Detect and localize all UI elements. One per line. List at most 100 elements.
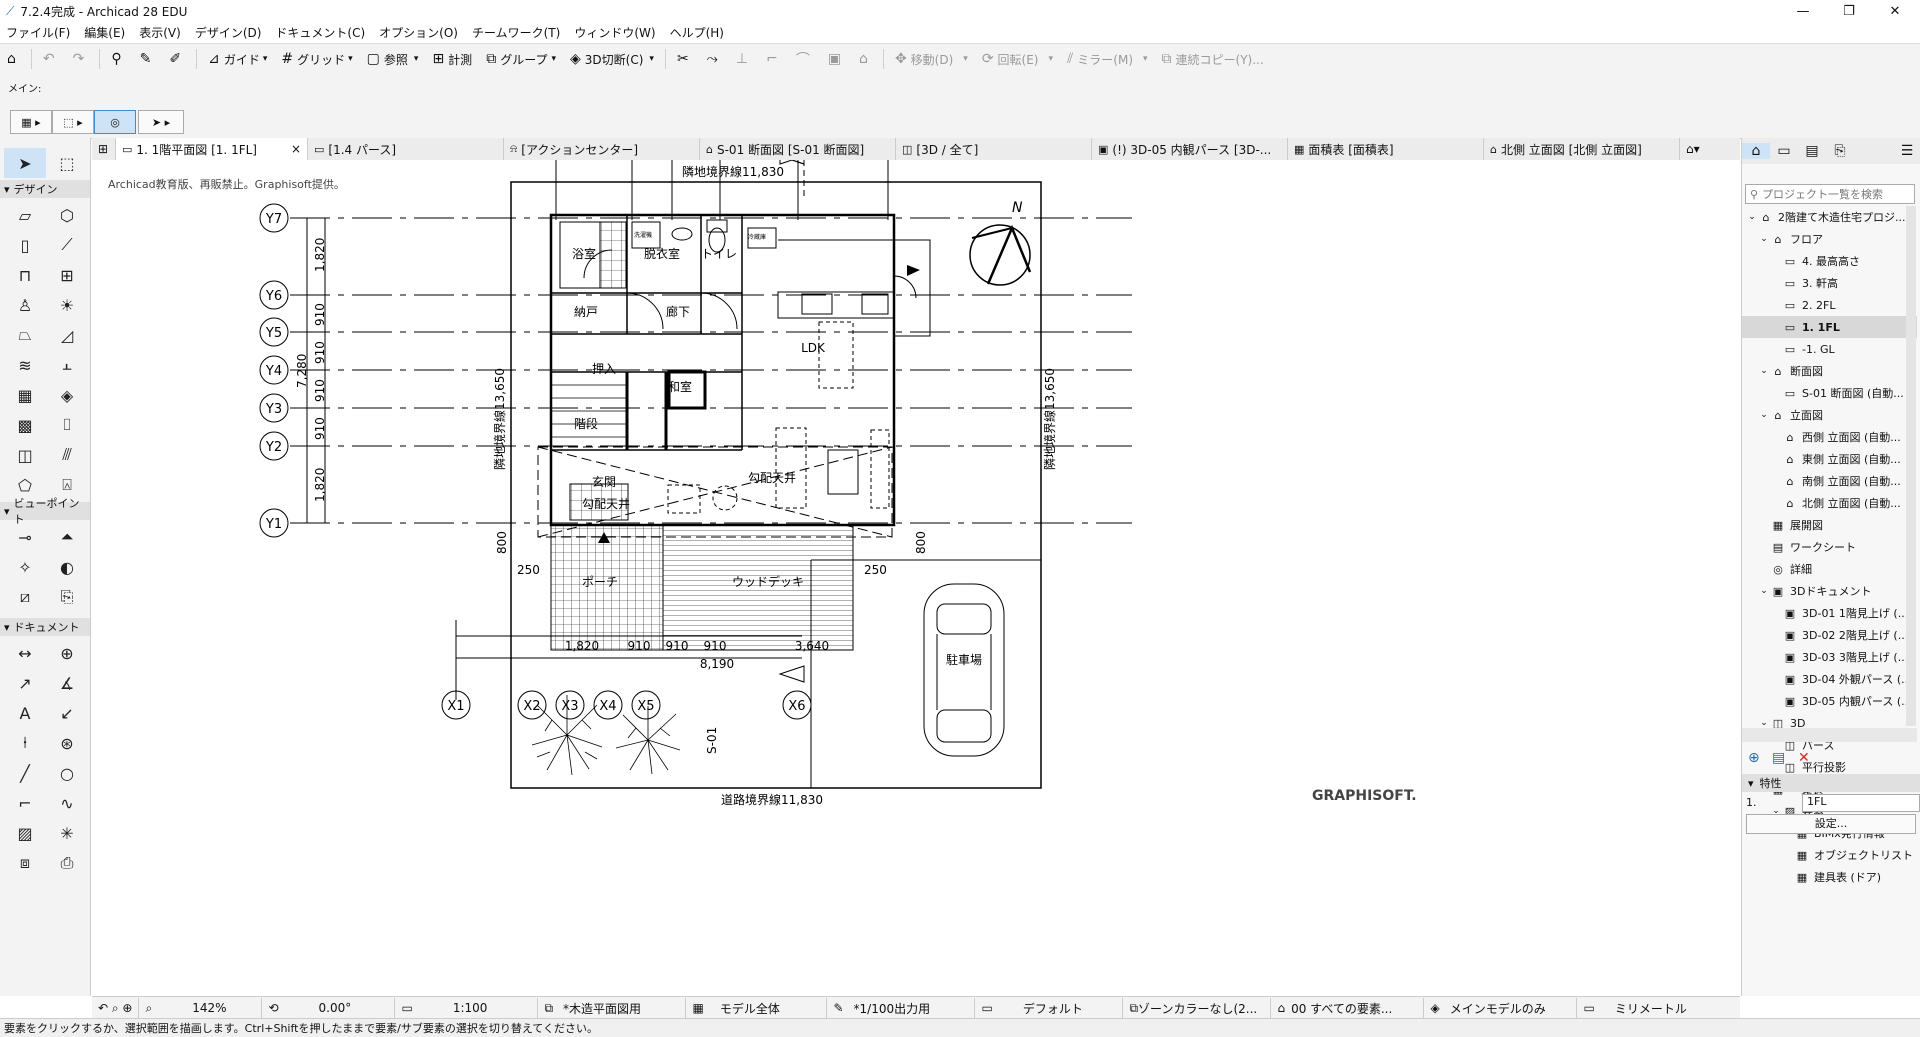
project-map-icon[interactable]: ⌂ bbox=[1742, 143, 1770, 159]
settings-button[interactable]: 設定... bbox=[1746, 814, 1916, 834]
cutaway-button[interactable]: ◈ 3D切断(C) ▾ bbox=[567, 46, 657, 72]
tab-perspective[interactable]: ▭ [1.4 パース] bbox=[308, 138, 504, 160]
tree-item[interactable]: ◎ 詳細 bbox=[1742, 558, 1917, 580]
rotate-button[interactable]: ⟳ 回転(E) ▾ bbox=[979, 46, 1056, 72]
tab-close-icon[interactable]: × bbox=[291, 142, 301, 156]
eyedropper-button[interactable]: ✎ bbox=[137, 46, 159, 72]
prop-name-field[interactable]: 1FL bbox=[1802, 794, 1920, 812]
zone-color-combo[interactable]: ⧉ ゾーンカラーなし(2... bbox=[1123, 998, 1272, 1018]
new-view-icon[interactable]: ⊕ bbox=[1748, 750, 1760, 766]
tab-floor-plan[interactable]: ▭ 1. 1階平面図 [1. 1FL] × bbox=[116, 138, 308, 160]
document-section[interactable]: ▾ ドキュメント bbox=[0, 618, 90, 636]
navigator-menu-icon[interactable]: ☰ bbox=[1893, 143, 1920, 159]
zone-stamp-tool[interactable]: ⍿ bbox=[4, 728, 46, 758]
menu-options[interactable]: オプション(O) bbox=[379, 24, 458, 41]
navigator-search-input[interactable]: ⚲ プロジェクト一覧を検索 bbox=[1745, 184, 1915, 204]
layout-book-icon[interactable]: ▤ bbox=[1798, 143, 1826, 159]
tree-item[interactable]: ▣ 3D-05 内観パース (... bbox=[1742, 690, 1917, 712]
model-view-combo[interactable]: ▦ モデル全体 bbox=[686, 998, 828, 1018]
tree-item[interactable]: ⌂ 北側 立面図 (自動... bbox=[1742, 492, 1917, 514]
tree-item[interactable]: ⌂ 東側 立面図 (自動... bbox=[1742, 448, 1917, 470]
orientation-field[interactable]: ⟲ 0.00° bbox=[262, 998, 396, 1018]
tree-item[interactable]: ▣ 3D-04 外観パース (... bbox=[1742, 668, 1917, 690]
tree-h-scrollbar[interactable] bbox=[1742, 728, 1917, 742]
spline-tool[interactable]: ∿ bbox=[46, 788, 88, 818]
tree-expand-icon[interactable]: ⌄ bbox=[1758, 234, 1770, 244]
column-tool[interactable]: ▯ bbox=[4, 230, 46, 260]
publisher-icon[interactable]: ⎘ bbox=[1826, 143, 1854, 159]
camera-tool[interactable]: ⎘ bbox=[46, 582, 88, 612]
design-option-combo[interactable]: ◈ メインモデルのみ bbox=[1424, 998, 1578, 1018]
minimize-button[interactable]: — bbox=[1780, 0, 1826, 22]
floor-plan-canvas[interactable]: Archicad教育版、再販禁止。Graphisoft提供。 隣地境界線11,8… bbox=[92, 160, 1740, 994]
scale-field[interactable]: ▭ 1:100 bbox=[395, 998, 539, 1018]
zoom-field[interactable]: ⌕ 142% bbox=[139, 998, 263, 1018]
tab-north-elevation[interactable]: ⌂ 北側 立面図 [北側 立面図] bbox=[1484, 138, 1680, 160]
measure-button[interactable]: ⊞ 計測 bbox=[429, 46, 475, 72]
tab-list-dropdown[interactable]: ⌂▾ bbox=[1680, 138, 1740, 160]
arrow-tool-selector[interactable]: ➤ ▸ bbox=[138, 110, 184, 134]
elevation-tool[interactable]: ⏶ bbox=[46, 522, 88, 552]
explode-button[interactable]: ▣ bbox=[825, 46, 848, 72]
morph-tool[interactable]: ▩ bbox=[4, 410, 46, 440]
roof-button[interactable]: ⌂ bbox=[856, 46, 875, 72]
tree-item[interactable]: ▭ 4. 最高高さ bbox=[1742, 250, 1917, 272]
stair-tool[interactable]: ≋ bbox=[4, 350, 46, 380]
tree-item[interactable]: ▦ 建具表 (ドア) bbox=[1742, 866, 1917, 888]
tree-item[interactable]: ▭ 1. 1FL bbox=[1742, 316, 1917, 338]
group-button[interactable]: ⧉ グループ ▾ bbox=[483, 46, 559, 72]
door-tool[interactable]: ⊓ bbox=[4, 260, 46, 290]
tree-item[interactable]: ⌂ 西側 立面図 (自動... bbox=[1742, 426, 1917, 448]
menu-file[interactable]: ファイル(F) bbox=[6, 24, 70, 41]
delete-view-icon[interactable]: ✕ bbox=[1798, 750, 1810, 766]
menu-teamwork[interactable]: チームワーク(T) bbox=[472, 24, 560, 41]
radial-dimension-tool[interactable]: ↗ bbox=[4, 668, 46, 698]
change-tool[interactable]: ⎙ bbox=[46, 848, 88, 878]
tree-item[interactable]: ▭ -1. GL bbox=[1742, 338, 1917, 360]
mesh-tool[interactable]: ◈ bbox=[46, 380, 88, 410]
tree-item[interactable]: ▭ S-01 断面図 (自動... bbox=[1742, 382, 1917, 404]
menu-document[interactable]: ドキュメント(C) bbox=[275, 24, 365, 41]
fill-tool[interactable]: ▨ bbox=[4, 818, 46, 848]
trim-button[interactable]: ⊥ bbox=[733, 46, 755, 72]
tree-expand-icon[interactable]: ⌄ bbox=[1758, 586, 1770, 596]
tree-item[interactable]: ⌂ 南側 立面図 (自動... bbox=[1742, 470, 1917, 492]
dimension-tool[interactable]: ↔ bbox=[4, 638, 46, 668]
override-combo[interactable]: ▭ デフォルト bbox=[975, 998, 1124, 1018]
view-settings-icon[interactable]: ▤ bbox=[1772, 750, 1785, 766]
detail-tool[interactable]: ⧄ bbox=[4, 582, 46, 612]
tree-item[interactable]: ⌄ ⌂ 立面図 bbox=[1742, 404, 1917, 426]
mirror-button[interactable]: ⫽ ミラー(M) ▾ bbox=[1064, 46, 1151, 72]
figure-tool[interactable]: ⧈ bbox=[4, 848, 46, 878]
grid-element-tool[interactable]: ⊛ bbox=[46, 728, 88, 758]
syringe-button[interactable]: ✐ bbox=[166, 46, 188, 72]
window-tool[interactable]: ⊞ bbox=[46, 260, 88, 290]
viewpoint-section[interactable]: ▾ ビューポイント bbox=[0, 497, 90, 526]
circle-tool[interactable]: ○ bbox=[46, 758, 88, 788]
restore-button[interactable]: ❐ bbox=[1826, 0, 1872, 22]
guide-button[interactable]: ⊿ ガイド ▾ bbox=[205, 46, 270, 72]
tab-interior-perspective[interactable]: ▣ (!) 3D-05 内観パース [3D-... bbox=[1092, 138, 1288, 160]
label-tool[interactable]: ↙ bbox=[46, 698, 88, 728]
worksheet-tool[interactable]: ◐ bbox=[46, 552, 88, 582]
marquee-mode-button[interactable]: ◎ bbox=[94, 110, 136, 134]
split-button[interactable]: ✂ bbox=[674, 46, 696, 72]
ceiling-tool[interactable]: ⫻ bbox=[46, 440, 88, 470]
tree-item[interactable]: ⌄ ▣ 3Dドキュメント bbox=[1742, 580, 1917, 602]
menu-design[interactable]: デザイン(D) bbox=[195, 24, 262, 41]
menu-edit[interactable]: 編集(E) bbox=[84, 24, 125, 41]
tree-item[interactable]: ▣ 3D-02 2階見上げ (... bbox=[1742, 624, 1917, 646]
close-window-button[interactable]: ✕ bbox=[1872, 0, 1918, 22]
tree-item[interactable]: ▣ 3D-01 1階見上げ (... bbox=[1742, 602, 1917, 624]
menu-view[interactable]: 表示(V) bbox=[139, 24, 181, 41]
adjust-button[interactable]: ⤳ bbox=[704, 46, 725, 72]
roof-tool[interactable]: ⏢ bbox=[4, 320, 46, 350]
tree-item[interactable]: ▣ 3D-03 3階見上げ (... bbox=[1742, 646, 1917, 668]
lamp-tool[interactable]: ☀ bbox=[46, 290, 88, 320]
tab-action-center[interactable]: ⍾ [アクションセンター] bbox=[504, 138, 700, 160]
redo-button[interactable]: ↷ bbox=[70, 46, 92, 72]
grid-button[interactable]: # グリッド ▾ bbox=[278, 46, 355, 72]
marquee-tool[interactable]: ⬚ bbox=[46, 148, 88, 178]
intersect-button[interactable]: ⌐ bbox=[763, 46, 785, 72]
tree-item[interactable]: ▭ 2. 2FL bbox=[1742, 294, 1917, 316]
